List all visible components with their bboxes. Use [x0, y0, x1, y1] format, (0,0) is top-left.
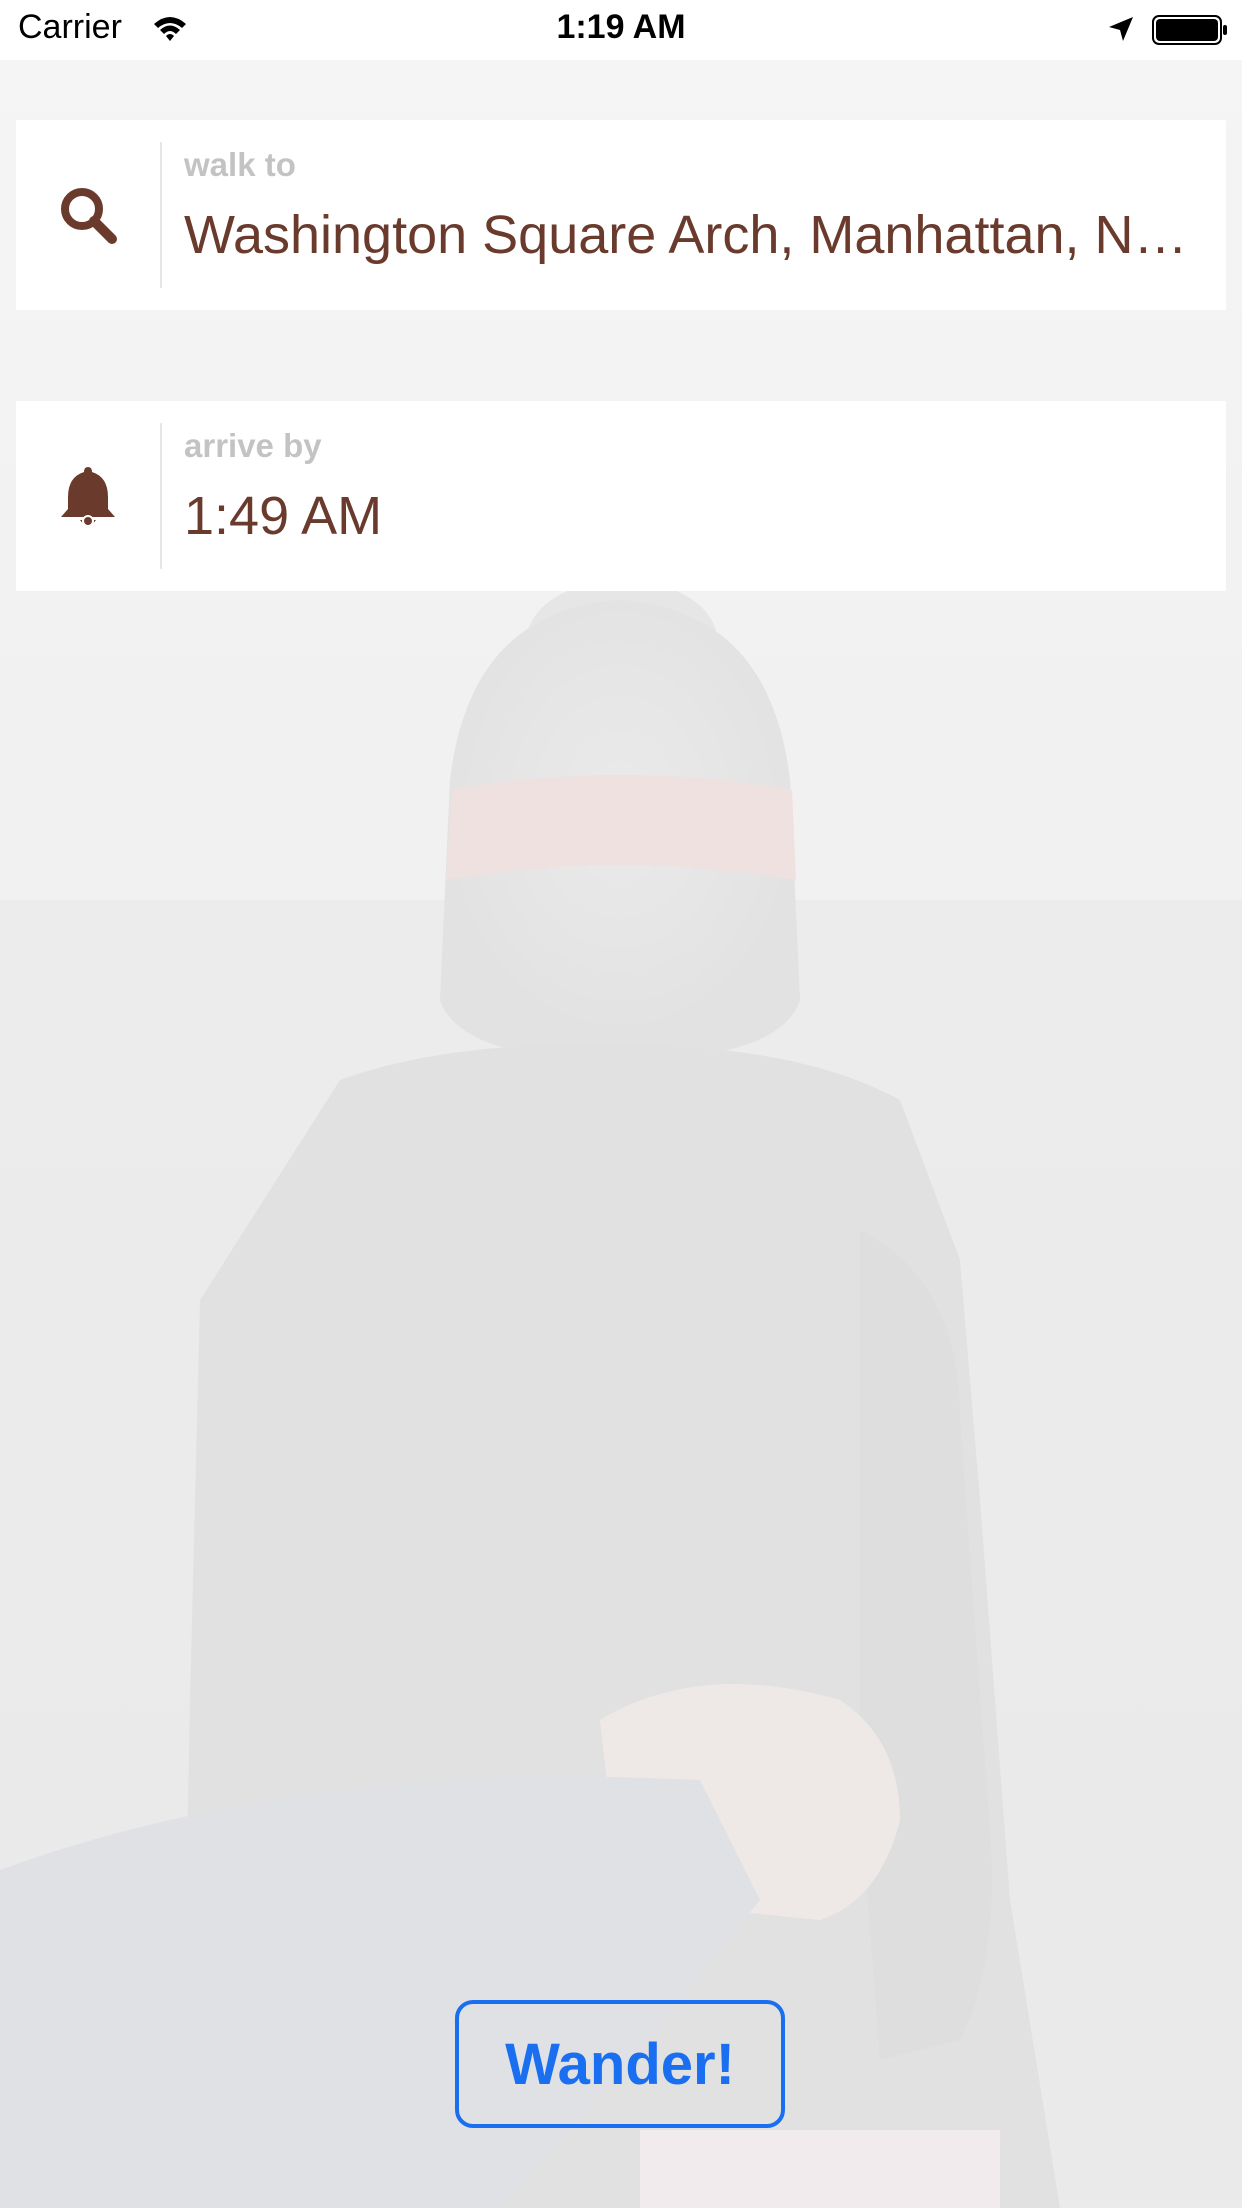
card-divider — [160, 423, 162, 569]
search-icon — [16, 120, 160, 310]
bell-icon — [16, 401, 160, 591]
arrival-time-input[interactable]: 1:49 AM — [184, 485, 1204, 547]
status-bar: Carrier 1:19 AM — [0, 0, 1242, 60]
card-divider — [160, 142, 162, 288]
destination-input[interactable]: Washington Square Arch, Manhattan, N… — [184, 204, 1204, 266]
arrival-card[interactable]: arrive by 1:49 AM — [16, 401, 1226, 591]
location-arrow-icon — [1106, 14, 1136, 44]
status-time: 1:19 AM — [556, 8, 686, 46]
wander-button[interactable]: Wander! — [455, 2000, 785, 2128]
destination-label: walk to — [184, 146, 296, 183]
background-photo — [0, 0, 1242, 2208]
arrival-label: arrive by — [184, 427, 322, 464]
destination-card[interactable]: walk to Washington Square Arch, Manhatta… — [16, 120, 1226, 310]
battery-icon — [1152, 14, 1228, 46]
